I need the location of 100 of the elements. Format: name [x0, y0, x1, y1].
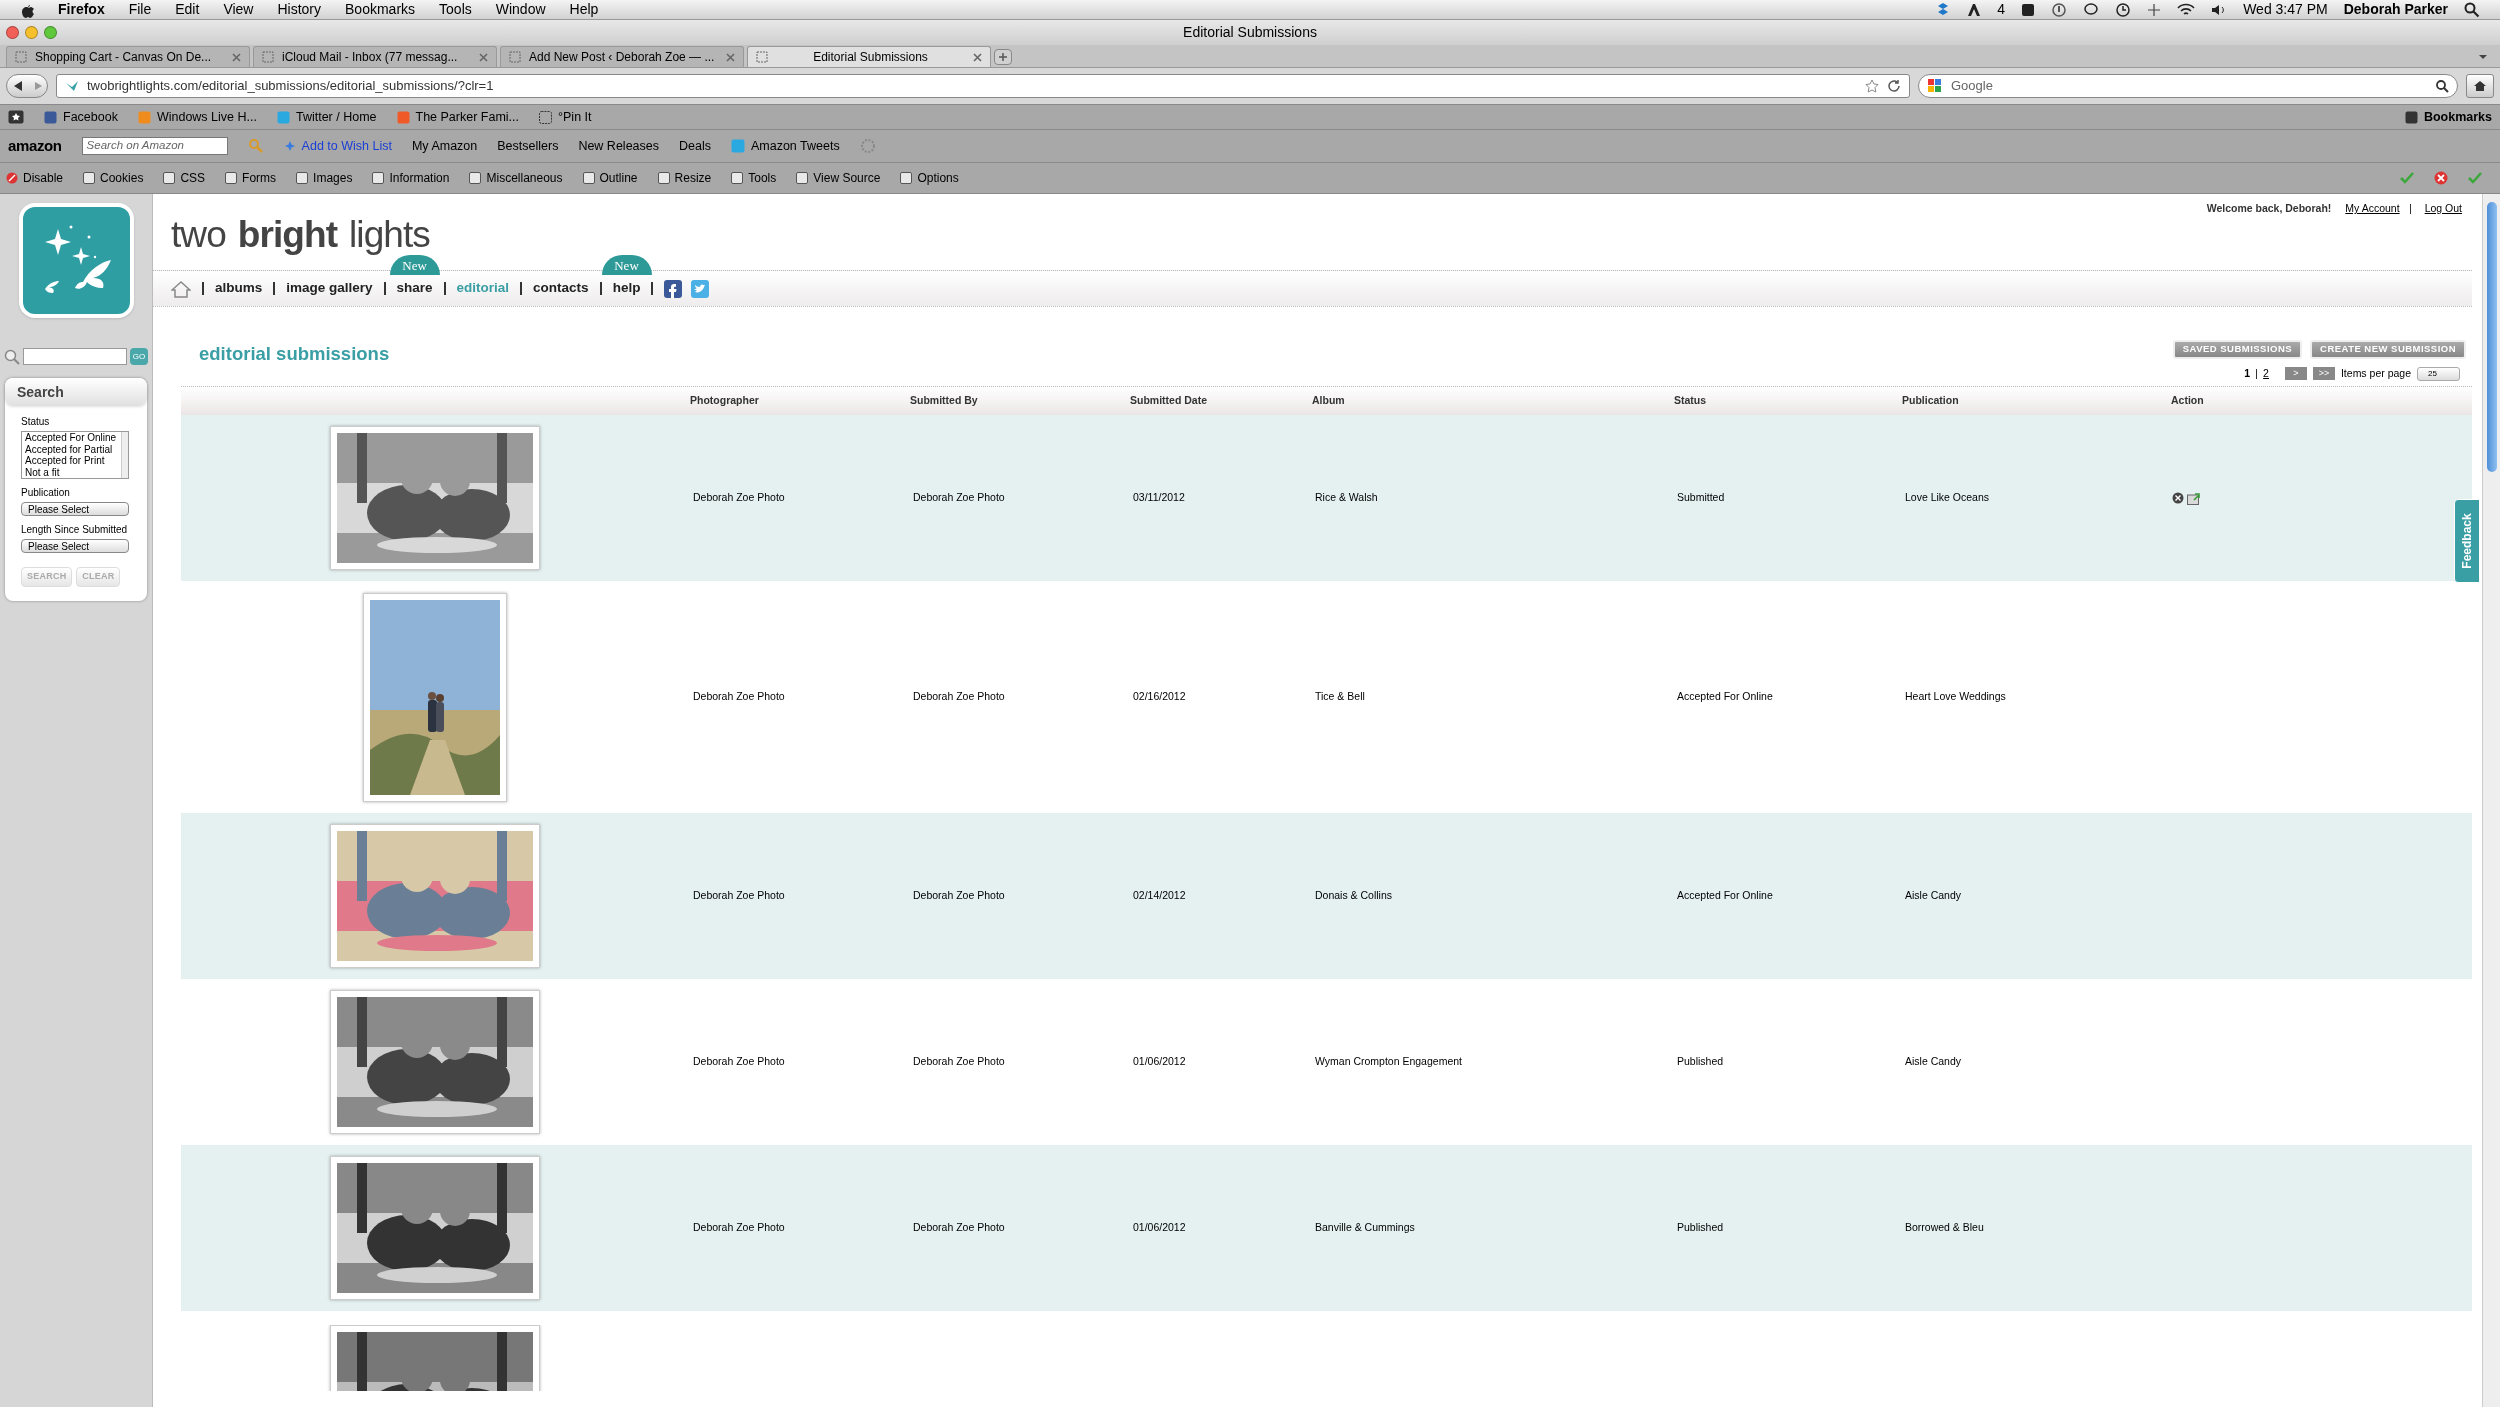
per-page-select[interactable]: 25 — [2417, 366, 2460, 381]
last-page-button[interactable]: >> — [2312, 367, 2335, 381]
scrollbar[interactable] — [2482, 194, 2500, 1407]
bookmark-link[interactable]: The Parker Fami... — [415, 107, 519, 127]
next-page-button[interactable]: > — [2284, 367, 2307, 381]
list-option[interactable]: Accepted for Partial — [25, 443, 121, 455]
menu-item[interactable]: View — [223, 0, 254, 20]
menu-item[interactable]: File — [128, 0, 152, 20]
bookmark-link[interactable]: °Pin It — [558, 107, 592, 127]
chat-icon[interactable] — [2083, 1, 2100, 18]
scroll-thumb[interactable] — [2486, 202, 2497, 472]
address-bar[interactable]: twobrightlights.com/editorial_submissions/editorial_submissions/?clr=1 — [56, 74, 1910, 98]
home-button[interactable] — [2466, 74, 2494, 98]
tab-list-icon[interactable] — [2478, 53, 2488, 61]
close-tab-icon[interactable] — [232, 52, 241, 62]
export-icon[interactable] — [2187, 491, 2200, 505]
toolbar-menu[interactable]: Miscellaneous — [486, 169, 563, 187]
bookmarks-menu-icon[interactable] — [2404, 110, 2418, 124]
publication-select[interactable]: Please Select — [21, 502, 129, 516]
scrollbar[interactable] — [121, 432, 128, 478]
close-tab-icon[interactable] — [479, 52, 488, 62]
list-option[interactable]: Not a fit — [25, 466, 121, 478]
toolbar-menu[interactable]: Forms — [242, 169, 277, 187]
app-menu[interactable]: Firefox — [58, 0, 105, 20]
menu-item[interactable]: History — [277, 0, 322, 20]
reload-icon[interactable] — [1887, 79, 1901, 93]
account-link[interactable]: My Account — [2345, 201, 2400, 217]
sidebar-search-field[interactable] — [23, 348, 128, 365]
browser-tab[interactable]: iCloud Mail - Inbox (77 messag... — [253, 46, 497, 67]
toolbar-menu[interactable]: Resize — [674, 169, 712, 187]
toolbar-menu[interactable]: CSS — [180, 169, 206, 187]
bookmark-link[interactable]: Windows Live H... — [156, 107, 257, 127]
alert-icon[interactable] — [2051, 1, 2068, 18]
toolbar-menu[interactable]: Information — [389, 169, 450, 187]
page-link[interactable]: 1 — [2244, 366, 2251, 382]
nav-link[interactable]: share — [396, 280, 433, 296]
wifi-icon[interactable] — [2177, 2, 2196, 17]
search-icon[interactable] — [2464, 1, 2480, 18]
search-icon[interactable] — [2435, 79, 2449, 93]
toolbar-menu[interactable]: Cookies — [100, 169, 144, 187]
new-tab-button[interactable] — [994, 49, 1012, 65]
browser-tab[interactable]: Editorial Submissions — [747, 46, 991, 67]
clock-icon[interactable] — [2115, 1, 2132, 18]
close-tab-icon[interactable] — [973, 52, 982, 62]
table-cell-text: Submitted — [1676, 490, 1726, 506]
menu-item[interactable]: Help — [569, 0, 599, 20]
check-icon[interactable] — [2400, 172, 2414, 184]
error-icon[interactable] — [2434, 171, 2448, 185]
square-icon[interactable] — [2021, 2, 2036, 17]
bookmarks-menu[interactable]: Bookmarks — [2423, 107, 2492, 127]
bookmark-icon[interactable] — [539, 110, 552, 124]
bookmark-link[interactable]: Facebook — [63, 107, 118, 127]
check-icon[interactable] — [2468, 172, 2482, 184]
close-window-button[interactable] — [6, 26, 19, 39]
menu-item[interactable]: Edit — [175, 0, 200, 20]
forward-icon[interactable] — [32, 81, 43, 91]
toolbar-menu[interactable]: Tools — [748, 169, 777, 187]
nav-link[interactable]: contacts — [533, 280, 589, 296]
google-icon[interactable] — [1927, 78, 1943, 94]
amazon-menu-item[interactable]: My Amazon — [411, 136, 478, 156]
star-icon[interactable] — [1865, 79, 1879, 93]
amazon-menu-item[interactable]: Bestsellers — [497, 136, 559, 156]
amazon-menu-item[interactable]: New Releases — [578, 136, 659, 156]
toolbar-menu[interactable]: Images — [313, 169, 353, 187]
toolbar-menu[interactable]: View Source — [813, 169, 881, 187]
nav-link[interactable]: albums — [215, 280, 263, 296]
length-select[interactable]: Please Select — [21, 539, 129, 553]
nav-link[interactable]: image gallery — [286, 280, 373, 296]
amazon-logo[interactable]: amazon — [8, 134, 62, 158]
list-option[interactable]: Accepted for Print — [25, 455, 121, 467]
minimize-window-button[interactable] — [25, 26, 38, 39]
toolbar-menu[interactable]: Disable — [23, 169, 64, 187]
delete-icon[interactable] — [2172, 492, 2184, 504]
toolbar-menu[interactable]: Options — [917, 169, 959, 187]
menu-item[interactable]: Tools — [439, 0, 472, 20]
bookmark-icon[interactable] — [44, 110, 57, 124]
amazon-menu-item[interactable]: Amazon Tweets — [750, 136, 840, 156]
menu-clock[interactable]: Wed 3:47 PM — [2243, 0, 2328, 20]
crosshair-icon[interactable] — [2147, 2, 2162, 17]
menu-item[interactable]: Window — [495, 0, 546, 20]
facebook-icon[interactable] — [664, 279, 683, 298]
letter-a-icon[interactable] — [1967, 2, 1982, 17]
close-tab-icon[interactable] — [726, 52, 735, 62]
amazon-menu-item[interactable]: Deals — [679, 136, 711, 156]
amazon-search-field[interactable]: Search on Amazon — [81, 137, 228, 155]
page-link[interactable]: 2 — [2263, 366, 2269, 382]
bookmark-link[interactable]: Twitter / Home — [295, 107, 377, 127]
account-link[interactable]: Log Out — [2424, 201, 2462, 217]
nav-link[interactable]: help — [612, 280, 641, 296]
browser-tab[interactable]: Shopping Cart - Canvas On De... — [6, 46, 250, 67]
zoom-window-button[interactable] — [44, 26, 57, 39]
site-logo[interactable]: two bright lights — [171, 216, 430, 253]
menu-item[interactable]: Bookmarks — [345, 0, 416, 20]
status-listbox[interactable]: Accepted For Online Accepted for Partial Accepted for Print Not a fit — [21, 431, 129, 479]
list-option[interactable]: Accepted For Online — [25, 432, 121, 444]
toolbar-menu[interactable]: Outline — [599, 169, 638, 187]
home-icon[interactable] — [171, 279, 191, 298]
menu-user[interactable]: Deborah Parker — [2343, 0, 2448, 20]
browser-tab[interactable]: Add New Post ‹ Deborah Zoe — ... — [500, 46, 744, 67]
search-engine-field[interactable]: Google — [1918, 74, 2458, 98]
